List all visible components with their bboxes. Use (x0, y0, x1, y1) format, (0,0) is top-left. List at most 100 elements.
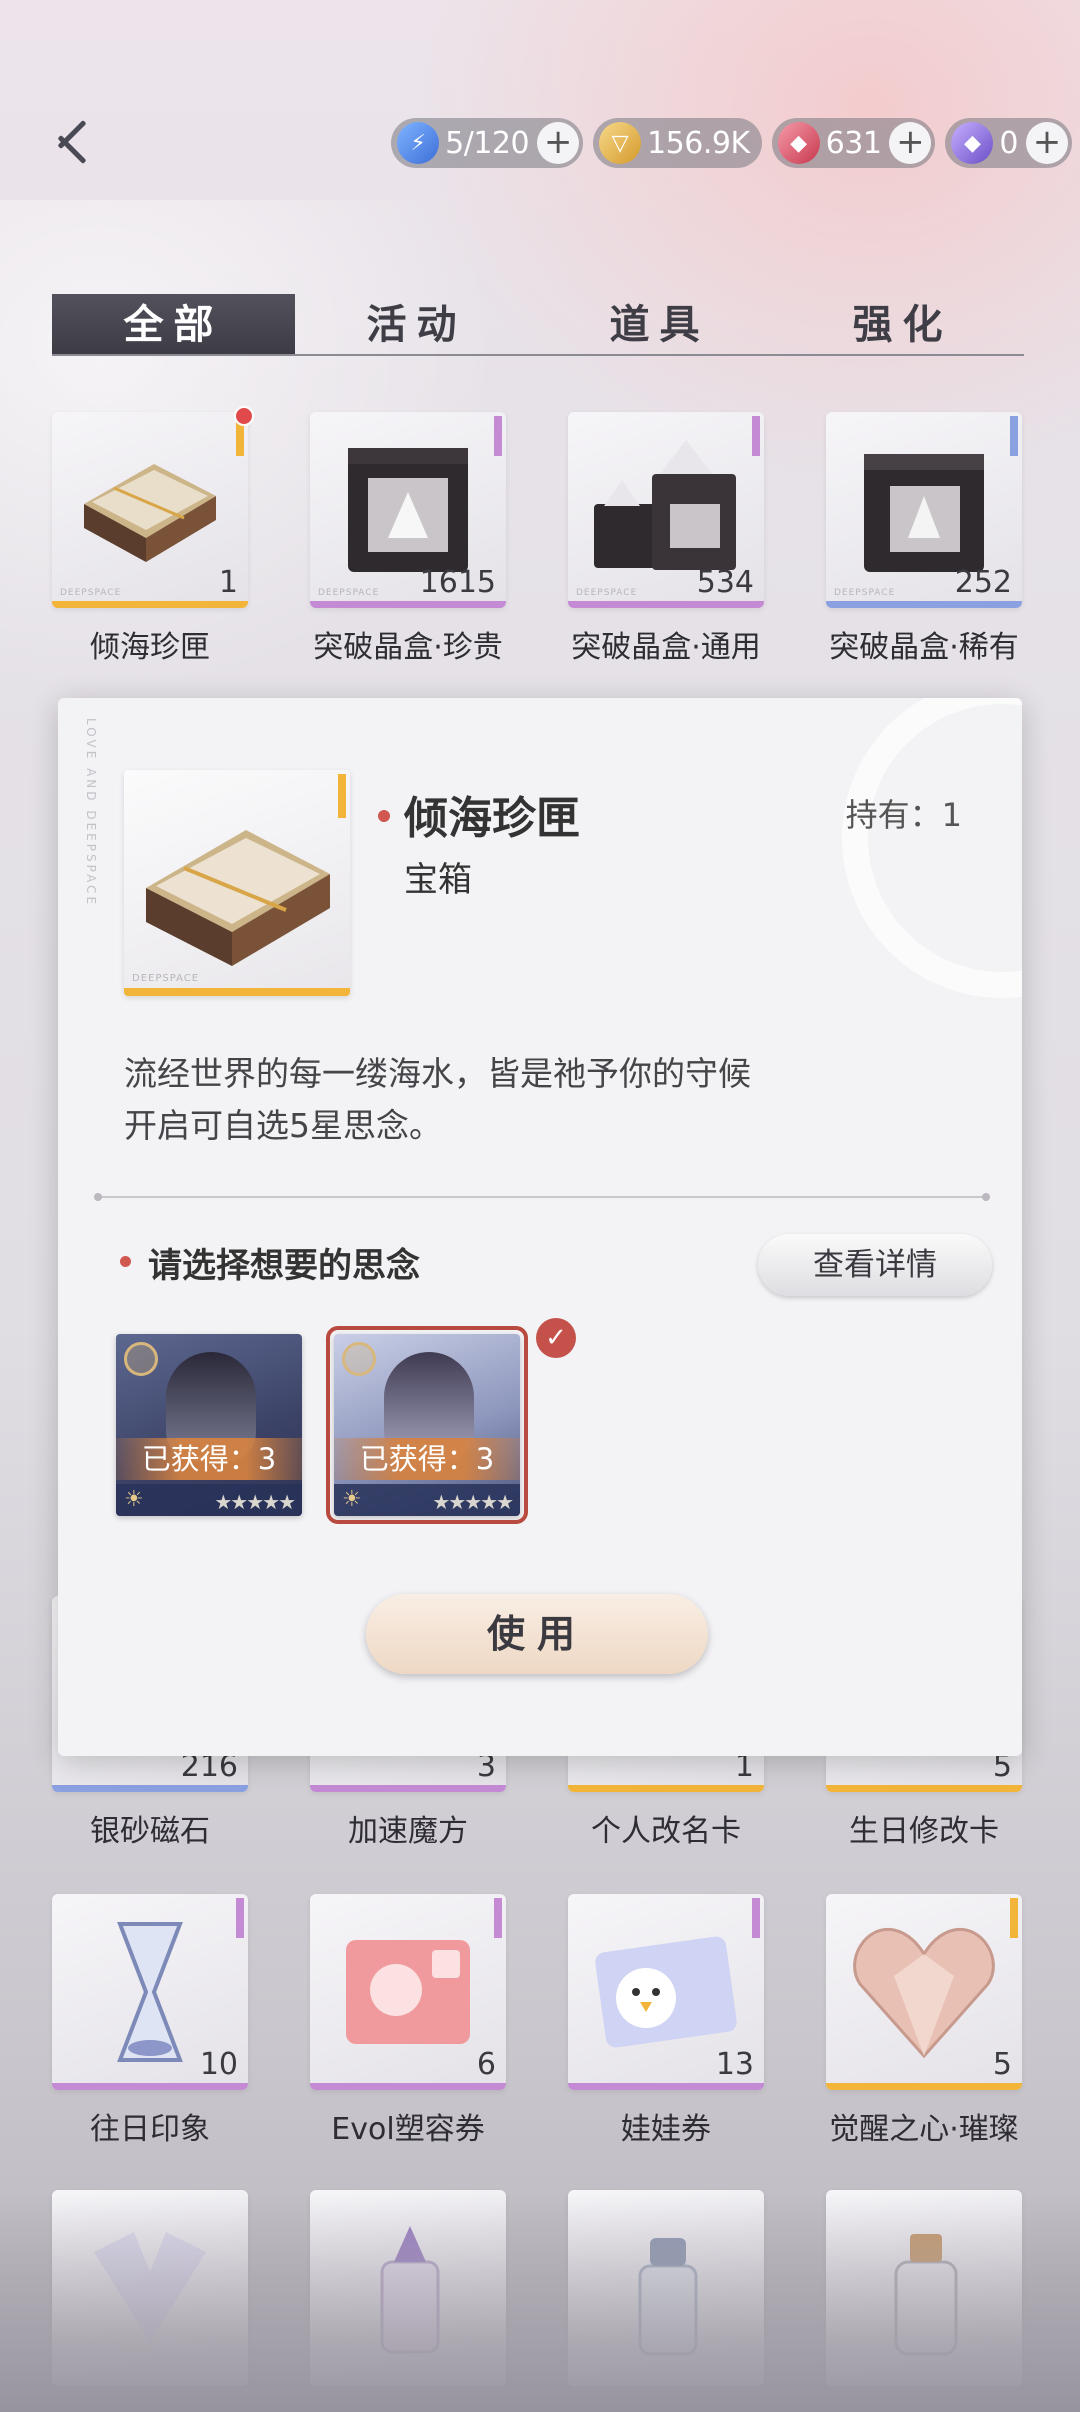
item-detail-popup: LOVE AND DEEPSPACE DEEPSPACE 倾海珍匣 宝箱 持有：… (58, 698, 1022, 1756)
back-arrow-icon (57, 120, 87, 149)
cork-bottle-icon (894, 2234, 958, 2356)
item-name: Evol塑容券 (331, 2112, 485, 2147)
item-count: 6 (476, 2047, 496, 2082)
inventory-item[interactable]: 10 往日印象 (52, 1894, 248, 2148)
held-count: 持有：1 (845, 796, 962, 834)
popup-description: 流经世界的每一缕海水，皆是祂予你的守候 开启可自选5星思念。 (124, 1048, 751, 1152)
doll-ticket-icon (595, 1936, 737, 2048)
currency-gold: ▽ 156.9K (593, 118, 762, 168)
star-rating: ★★★★★ (214, 1490, 296, 1514)
item-name: 突破晶盒·珍贵 (313, 630, 503, 665)
brand-label: DEEPSPACE (132, 973, 200, 984)
popup-item-card: DEEPSPACE (124, 770, 350, 996)
rarity-bar (310, 1785, 506, 1792)
item-card (826, 2190, 1022, 2386)
inventory-item[interactable]: 5 觉醒之心·璀璨 (826, 1894, 1022, 2148)
item-count: 13 (715, 2047, 754, 2082)
purple-diamond-icon: ◆ (951, 122, 994, 164)
rarity-bar (826, 601, 1022, 608)
new-indicator-dot (234, 406, 254, 426)
title-bullet (378, 810, 390, 822)
treasure-box-icon (84, 464, 216, 562)
item-card (568, 2190, 764, 2386)
sun-icon: ☀ (124, 1487, 144, 1512)
tab-items[interactable]: 道具 (538, 294, 781, 354)
item-count: 10 (199, 2047, 238, 2082)
item-name: 银砂磁石 (90, 1814, 210, 1849)
back-button[interactable] (46, 112, 106, 172)
inventory-item[interactable] (568, 2190, 764, 2386)
gold-value: 156.9K (647, 125, 750, 161)
section-bullet (120, 1256, 131, 1267)
crystal-box-rare-icon (864, 454, 984, 572)
inventory-item[interactable]: 13 娃娃券 (568, 1894, 764, 2148)
item-card (310, 2190, 506, 2386)
inventory-item[interactable] (826, 2190, 1022, 2386)
crystal-heart-icon (94, 2232, 206, 2342)
use-button[interactable]: 使用 (366, 1594, 708, 1674)
category-tabs: 全部 活动 道具 强化 (52, 294, 1024, 356)
inventory-item[interactable]: DEEPSPACE 1 倾海珍匣 (52, 406, 254, 666)
side-watermark: LOVE AND DEEPSPACE (84, 718, 98, 908)
item-name: 突破晶盒·稀有 (829, 630, 1019, 665)
item-card (52, 2190, 248, 2386)
memory-badge-icon (342, 1342, 376, 1376)
item-count: 5 (992, 2047, 1012, 2082)
item-card: DEEPSPACE 252 (826, 412, 1022, 608)
obtained-count: 已获得：3 (116, 1438, 302, 1480)
rarity-bar (826, 1785, 1022, 1792)
diamond-value: 0 (999, 125, 1018, 161)
bottle-icon (638, 2238, 698, 2356)
item-name: 加速魔方 (348, 1814, 468, 1849)
add-diamond-button[interactable]: + (1026, 122, 1068, 164)
item-name: 倾海珍匣 (90, 630, 210, 665)
inventory-item[interactable]: 6 Evol塑容券 (310, 1894, 506, 2148)
divider (94, 1193, 990, 1201)
item-name: 生日修改卡 (849, 1814, 999, 1849)
brand-label: DEEPSPACE (834, 588, 896, 598)
currency-stamina: ⚡ 5/120 + (391, 118, 584, 168)
popup-item-title: 倾海珍匣 (404, 793, 580, 844)
crystal-box-icon (348, 448, 468, 572)
check-icon: ✓ (536, 1318, 576, 1358)
add-crystal-button[interactable]: + (889, 122, 932, 164)
rarity-bar (826, 2083, 1022, 2090)
tab-enhance[interactable]: 强化 (781, 294, 1024, 354)
inventory-item[interactable]: DEEPSPACE 1615 突破晶盒·珍贵 (310, 412, 506, 666)
inventory-item[interactable] (310, 2190, 506, 2386)
gold-coin-icon: ▽ (599, 122, 642, 164)
view-details-button[interactable]: 查看详情 (758, 1234, 992, 1296)
rarity-bar (310, 601, 506, 608)
item-name: 往日印象 (90, 2112, 210, 2147)
item-card: 5 (826, 1894, 1022, 2090)
memory-option-selected[interactable]: 已获得：3 ☀ ★★★★★ (326, 1326, 528, 1524)
currency-diamond: ◆ 0 + (945, 118, 1072, 168)
item-name: 觉醒之心·璀璨 (829, 2112, 1019, 2147)
brand-label: DEEPSPACE (60, 588, 122, 598)
item-card: DEEPSPACE 1615 (310, 412, 506, 608)
crystal-value: 631 (825, 125, 882, 161)
select-memory-heading: 请选择想要的思念 (148, 1246, 420, 1286)
decorative-ring (842, 698, 1022, 998)
tab-all[interactable]: 全部 (52, 294, 295, 354)
item-name: 突破晶盒·通用 (571, 630, 761, 665)
crystal-boxes-icon (594, 440, 736, 570)
inventory-item[interactable]: DEEPSPACE 252 突破晶盒·稀有 (826, 412, 1022, 666)
item-count: 534 (696, 565, 754, 600)
item-count: 252 (954, 565, 1012, 600)
item-card: 13 (568, 1894, 764, 2090)
description-line: 流经世界的每一缕海水，皆是祂予你的守候 (124, 1054, 751, 1093)
rarity-bar (124, 988, 350, 996)
item-count: 1 (218, 565, 238, 600)
item-name: 娃娃券 (621, 2112, 711, 2147)
rarity-bar (568, 601, 764, 608)
inventory-item[interactable]: DEEPSPACE 534 突破晶盒·通用 (568, 412, 764, 666)
tab-events[interactable]: 活动 (295, 294, 538, 354)
item-count: 1615 (419, 565, 496, 600)
stamina-value: 5/120 (445, 125, 530, 161)
item-card: 10 (52, 1894, 248, 2090)
add-stamina-button[interactable]: + (537, 122, 580, 164)
inventory-item[interactable] (52, 2190, 248, 2386)
perfume-bottle-icon (380, 2226, 440, 2354)
memory-option[interactable]: 已获得：3 ☀ ★★★★★ (116, 1334, 302, 1516)
